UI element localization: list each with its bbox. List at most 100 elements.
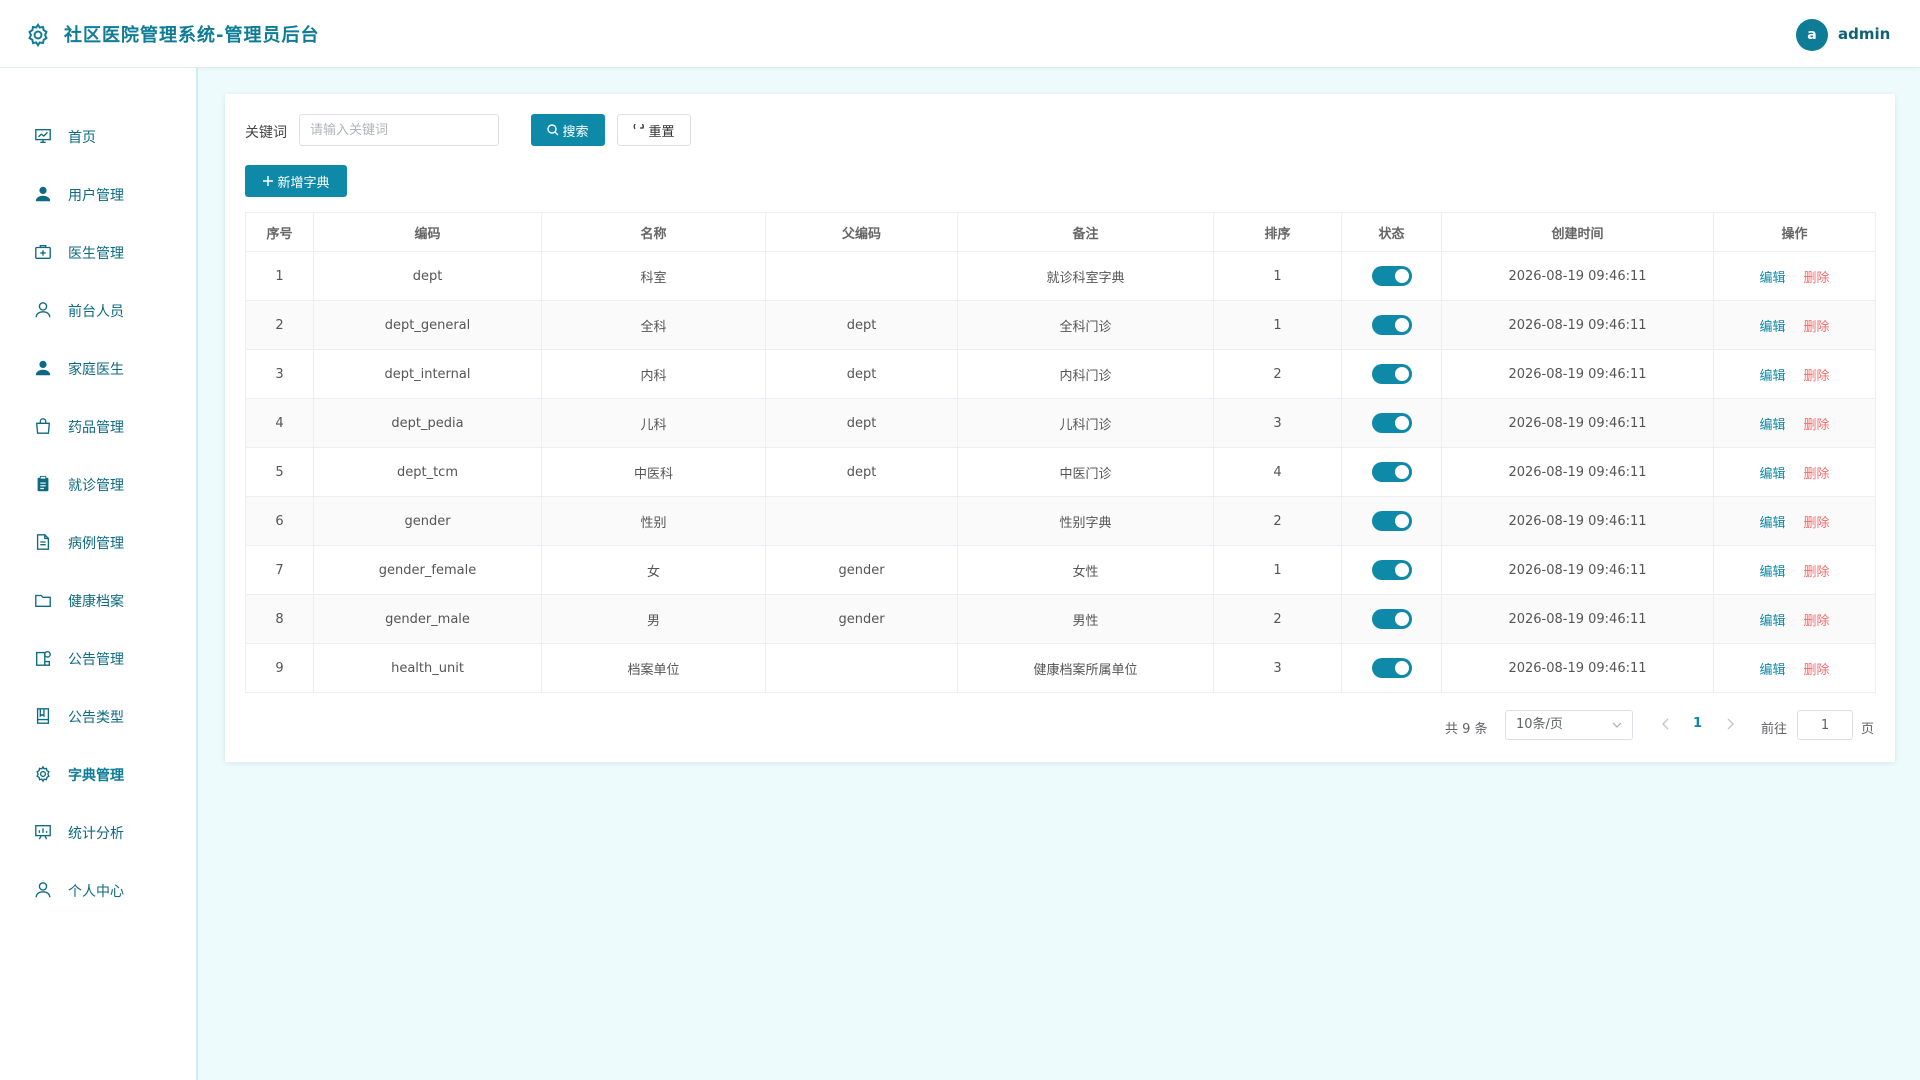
edit-button[interactable]: 编辑: [1759, 271, 1785, 286]
cell-no: 3: [245, 349, 314, 399]
edit-button[interactable]: 编辑: [1759, 418, 1785, 433]
cell-created: 2026-08-19 09:46:11: [1441, 496, 1714, 546]
chart-board-icon: [35, 825, 51, 840]
user-icon: [35, 186, 51, 202]
sidebar-item-health-records[interactable]: 健康档案: [0, 580, 196, 620]
cell-name: 科室: [541, 251, 766, 301]
cell-remark: 中医门诊: [957, 447, 1214, 497]
edit-button[interactable]: 编辑: [1759, 614, 1785, 629]
sidebar-item-dictionary[interactable]: 字典管理: [0, 754, 196, 794]
edit-button[interactable]: 编辑: [1759, 663, 1785, 678]
reset-button-label: 重置: [648, 124, 675, 140]
sidebar-item-notices[interactable]: 公告管理: [0, 638, 196, 678]
add-dictionary-label: 新增字典: [277, 175, 330, 191]
delete-button[interactable]: 删除: [1804, 418, 1830, 433]
cell-remark: 性别字典: [957, 496, 1214, 546]
cell-no: 4: [245, 398, 314, 448]
sidebar-item-label: 公告管理: [68, 652, 124, 668]
cell-parent: gender: [765, 545, 958, 595]
keyword-input[interactable]: [299, 114, 499, 146]
dashboard-icon: [35, 129, 51, 143]
delete-button[interactable]: 删除: [1804, 467, 1830, 482]
sidebar-item-statistics[interactable]: 统计分析: [0, 812, 196, 852]
sidebar-item-label: 健康档案: [68, 594, 124, 610]
cell-created: 2026-08-19 09:46:11: [1441, 643, 1714, 693]
status-toggle[interactable]: [1371, 462, 1412, 482]
sidebar-item-label: 医生管理: [68, 246, 124, 262]
status-toggle[interactable]: [1371, 315, 1412, 335]
delete-button[interactable]: 删除: [1804, 565, 1830, 580]
status-toggle[interactable]: [1371, 511, 1412, 531]
edit-button[interactable]: 编辑: [1759, 320, 1785, 335]
cell-sort: 1: [1213, 300, 1342, 350]
edit-button[interactable]: 编辑: [1759, 516, 1785, 531]
keyword-label: 关键词: [245, 125, 287, 141]
cell-sort: 2: [1213, 594, 1342, 644]
document-icon: [36, 534, 50, 550]
cell-status: [1341, 447, 1442, 497]
sidebar-item-users[interactable]: 用户管理: [0, 174, 196, 214]
cell-actions: 编辑 删除: [1713, 496, 1876, 546]
delete-button[interactable]: 删除: [1804, 614, 1830, 629]
sidebar-item-label: 家庭医生: [68, 362, 124, 378]
page-unit-label: 页: [1861, 722, 1875, 737]
username[interactable]: admin: [1838, 25, 1890, 43]
table-row: 6 gender 性别 性别字典 2 2026-08-19 09:46:11 编…: [245, 496, 1876, 546]
cell-created: 2026-08-19 09:46:11: [1441, 349, 1714, 399]
delete-button[interactable]: 删除: [1804, 320, 1830, 335]
sidebar-item-front-desk[interactable]: 前台人员: [0, 290, 196, 330]
sidebar-item-home[interactable]: 首页: [0, 116, 196, 156]
sidebar-item-medicine[interactable]: 药品管理: [0, 406, 196, 446]
edit-button[interactable]: 编辑: [1759, 467, 1785, 482]
edit-button[interactable]: 编辑: [1759, 369, 1785, 384]
cell-created: 2026-08-19 09:46:11: [1441, 594, 1714, 644]
cell-sort: 4: [1213, 447, 1342, 497]
sidebar-item-family-doctor[interactable]: 家庭医生: [0, 348, 196, 388]
cell-actions: 编辑 删除: [1713, 447, 1876, 497]
status-toggle[interactable]: [1371, 266, 1412, 286]
current-page[interactable]: 1: [1693, 716, 1702, 731]
cell-no: 5: [245, 447, 314, 497]
sidebar-item-profile[interactable]: 个人中心: [0, 870, 196, 910]
page-size-select[interactable]: 10条/页: [1505, 710, 1633, 740]
delete-button[interactable]: 删除: [1804, 516, 1830, 531]
status-toggle[interactable]: [1371, 364, 1412, 384]
cell-name: 内科: [541, 349, 766, 399]
sidebar-item-notice-types[interactable]: 公告类型: [0, 696, 196, 736]
cell-created: 2026-08-19 09:46:11: [1441, 545, 1714, 595]
reset-button[interactable]: 重置: [617, 114, 691, 146]
cell-parent: dept: [765, 447, 958, 497]
search-button[interactable]: 搜索: [531, 114, 605, 146]
table-row: 7 gender_female 女 gender 女性 1 2026-08-19…: [245, 545, 1876, 595]
sidebar-item-doctors[interactable]: 医生管理: [0, 232, 196, 272]
delete-button[interactable]: 删除: [1804, 271, 1830, 286]
cell-parent: gender: [765, 594, 958, 644]
add-dictionary-button[interactable]: 新增字典: [245, 165, 347, 197]
next-page-icon[interactable]: [1723, 716, 1737, 732]
status-toggle[interactable]: [1371, 658, 1412, 678]
cell-remark: 女性: [957, 545, 1214, 595]
column-header: 排序: [1213, 212, 1342, 252]
cell-code: dept_general: [313, 300, 542, 350]
cell-actions: 编辑 删除: [1713, 349, 1876, 399]
table-row: 3 dept_internal 内科 dept 内科门诊 2 2026-08-1…: [245, 349, 1876, 399]
cell-code: gender_male: [313, 594, 542, 644]
sidebar-item-visits[interactable]: 就诊管理: [0, 464, 196, 504]
cell-parent: dept: [765, 398, 958, 448]
sidebar-item-cases[interactable]: 病例管理: [0, 522, 196, 562]
status-toggle[interactable]: [1371, 609, 1412, 629]
status-toggle[interactable]: [1371, 413, 1412, 433]
cell-name: 儿科: [541, 398, 766, 448]
cell-status: [1341, 300, 1442, 350]
edit-button[interactable]: 编辑: [1759, 565, 1785, 580]
delete-button[interactable]: 删除: [1804, 663, 1830, 678]
goto-page-input[interactable]: [1797, 710, 1853, 740]
delete-button[interactable]: 删除: [1804, 369, 1830, 384]
status-toggle[interactable]: [1371, 560, 1412, 580]
plus-icon: [263, 176, 274, 186]
prev-page-icon[interactable]: [1659, 716, 1673, 732]
table-row: 8 gender_male 男 gender 男性 2 2026-08-19 0…: [245, 594, 1876, 644]
top-header: 社区医院管理系统-管理员后台 a admin: [0, 0, 1920, 68]
avatar[interactable]: a: [1796, 19, 1828, 51]
person-outline-icon: [35, 882, 51, 898]
